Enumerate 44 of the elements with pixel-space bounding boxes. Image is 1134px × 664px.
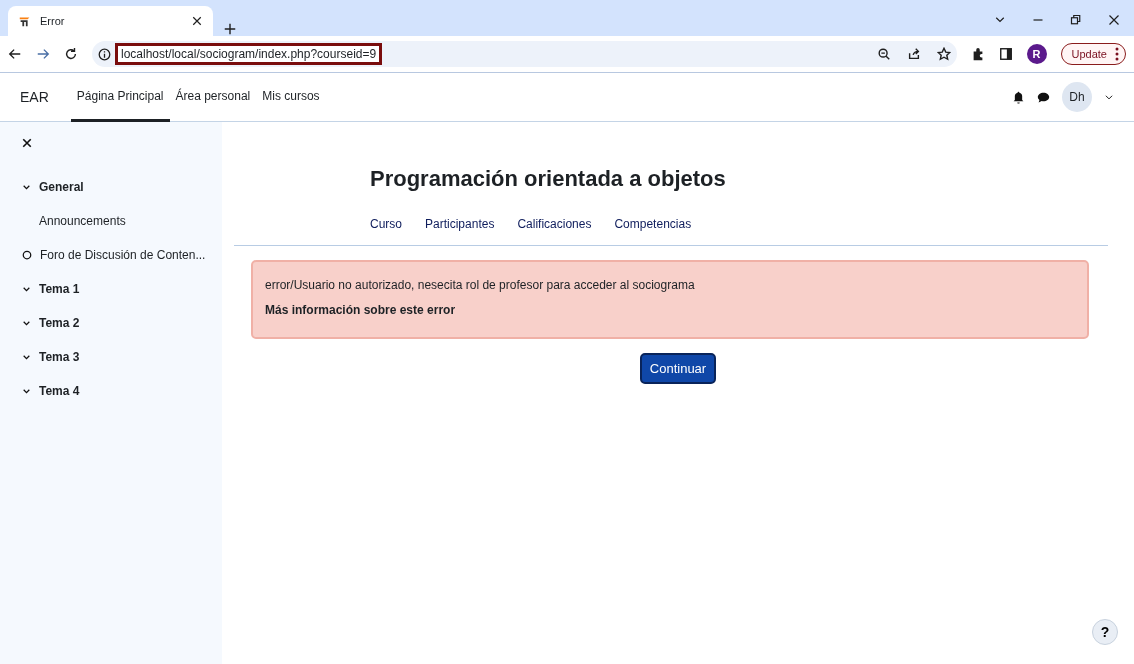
site-brand[interactable]: EAR [20, 89, 49, 105]
forward-icon[interactable] [36, 47, 50, 61]
side-panel-icon[interactable] [998, 47, 1013, 61]
section-link[interactable]: Tema 2 [39, 316, 80, 330]
star-icon[interactable] [936, 47, 951, 61]
course-tab[interactable]: Competencias [614, 217, 692, 231]
bell-icon[interactable] [1012, 90, 1025, 104]
chat-icon[interactable] [1037, 90, 1050, 104]
course-tab[interactable]: Calificaciones [517, 217, 592, 231]
course-tab[interactable]: Participantes [425, 217, 495, 231]
url-text: localhost/local/sociogram/index.php?courseid=9 [115, 43, 383, 65]
section-link[interactable]: General [39, 180, 84, 194]
user-avatar[interactable]: Dh [1062, 82, 1092, 112]
section-link[interactable]: Tema 1 [39, 282, 80, 296]
nav-link[interactable]: Mis cursos [256, 73, 326, 122]
course-title: Programación orientada a objetos [370, 166, 727, 192]
info-icon[interactable] [98, 47, 111, 61]
continue-button[interactable]: Continuar [639, 353, 717, 384]
help-button[interactable]: ? [1092, 619, 1118, 645]
close-icon[interactable] [191, 15, 203, 27]
zoom-out-icon[interactable] [876, 47, 891, 61]
section-link[interactable]: Tema 3 [39, 350, 80, 364]
activity-link[interactable]: Foro de Discusión de Conten... [40, 248, 206, 262]
browser-tab[interactable]: Error [8, 6, 213, 36]
circle-icon[interactable] [22, 250, 32, 260]
profile-avatar[interactable]: R [1026, 44, 1047, 64]
more-icon [1115, 47, 1119, 61]
more-info-link[interactable]: Más información sobre este error [265, 303, 1075, 317]
restore-icon[interactable] [1070, 14, 1082, 26]
plus-icon[interactable] [223, 22, 237, 36]
tab-title: Error [40, 15, 66, 27]
course-tab[interactable]: Curso [370, 217, 402, 231]
error-message: error/Usuario no autorizado, nesecita rol de profesor para acceder al sociograma [265, 278, 696, 292]
reload-icon[interactable] [64, 47, 78, 61]
close-icon[interactable] [1108, 14, 1120, 26]
nav-link[interactable]: Área personal [169, 73, 257, 122]
activity-link[interactable]: Announcements [39, 214, 126, 228]
back-icon[interactable] [8, 47, 22, 61]
section-link[interactable]: Tema 4 [39, 384, 80, 398]
share-icon[interactable] [906, 47, 921, 61]
update-button[interactable]: Update [1060, 43, 1126, 65]
close-icon[interactable] [22, 138, 32, 148]
chevron-down-icon[interactable] [1104, 92, 1114, 102]
address-bar[interactable]: localhost/local/sociogram/index.php?courseid=9 [92, 41, 957, 67]
